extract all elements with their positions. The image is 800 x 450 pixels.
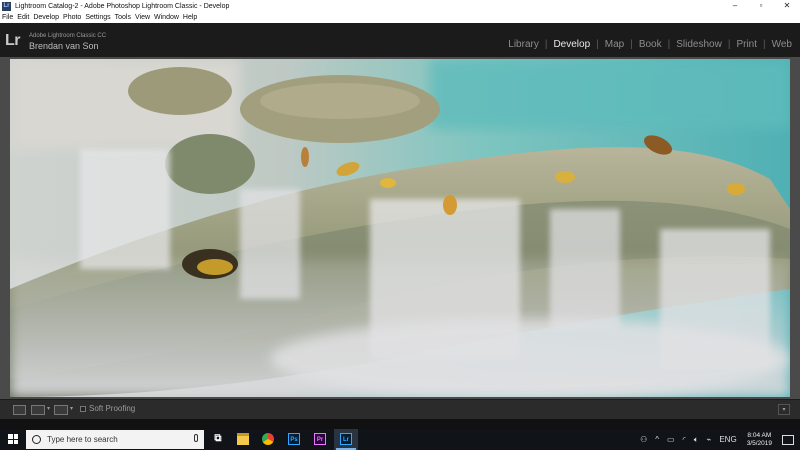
filmstrip-collapsed <box>0 419 800 429</box>
taskbar-chrome[interactable] <box>256 429 280 450</box>
module-map[interactable]: Map <box>605 39 624 50</box>
clock[interactable]: 8:04 AM 3/5/2019 <box>747 432 772 448</box>
windows-taskbar: Type here to search ⧉ Ps Pr Lr ⚇ ^ ▭ ◜ 🔈… <box>0 429 800 450</box>
module-library[interactable]: Library <box>508 39 539 50</box>
search-placeholder: Type here to search <box>47 435 118 444</box>
module-separator: | <box>544 39 548 50</box>
loupe-view-button[interactable] <box>13 405 26 415</box>
task-view-icon: ⧉ <box>214 433 222 444</box>
window-title: Lightroom Catalog-2 - Adobe Photoshop Li… <box>15 2 230 10</box>
taskbar-search[interactable]: Type here to search <box>26 430 204 449</box>
module-web[interactable]: Web <box>772 39 792 50</box>
menu-edit[interactable]: Edit <box>17 14 29 21</box>
menu-help[interactable]: Help <box>183 14 197 21</box>
module-print[interactable]: Print <box>736 39 757 50</box>
cortana-icon <box>32 435 41 444</box>
develop-canvas <box>0 57 800 399</box>
photoshop-icon: Ps <box>288 433 300 445</box>
soft-proofing-toggle[interactable]: Soft Proofing <box>80 404 135 413</box>
module-separator: | <box>727 39 731 50</box>
chevron-up-icon[interactable]: ^ <box>655 435 659 444</box>
chevron-down-icon[interactable]: ▾ <box>70 405 73 412</box>
premiere-icon: Pr <box>314 433 326 445</box>
photo-preview[interactable] <box>10 59 790 397</box>
product-name: Adobe Lightroom Classic CC <box>29 33 107 39</box>
battery-icon[interactable]: ▭ <box>667 435 675 444</box>
module-picker: Library | Develop | Map | Book | Slidesh… <box>508 39 792 50</box>
close-button[interactable]: ✕ <box>774 0 800 12</box>
module-book[interactable]: Book <box>639 39 662 50</box>
menu-tools[interactable]: Tools <box>115 14 131 21</box>
soft-proofing-checkbox[interactable] <box>80 405 86 412</box>
lightroom-app-icon: Lr <box>2 1 11 11</box>
user-name: Brendan van Son <box>29 41 99 51</box>
clock-date: 3/5/2019 <box>746 439 772 447</box>
develop-toolbar: ▾ ▾ Soft Proofing ▾ <box>0 399 800 419</box>
wifi-icon[interactable]: ◜ <box>683 435 686 444</box>
system-tray: ⚇ ^ ▭ ◜ 🔈︎ ⌁ ENG 8:04 AM 3/5/2019 <box>636 429 800 450</box>
menu-bar: File Edit Develop Photo Settings Tools V… <box>0 12 800 23</box>
menu-photo[interactable]: Photo <box>63 14 81 21</box>
notification-icon[interactable] <box>782 434 794 445</box>
before-after-button[interactable] <box>31 405 45 415</box>
people-icon[interactable]: ⚇ <box>640 435 647 444</box>
module-develop[interactable]: Develop <box>553 39 590 50</box>
volume-icon[interactable]: 🔈︎ <box>694 435 699 445</box>
input-language[interactable]: ENG <box>719 435 736 444</box>
menu-settings[interactable]: Settings <box>85 14 110 21</box>
taskbar-premiere[interactable]: Pr <box>308 429 332 450</box>
module-separator: | <box>667 39 671 50</box>
taskbar-task-view[interactable]: ⧉ <box>206 429 230 450</box>
taskbar-photoshop[interactable]: Ps <box>282 429 306 450</box>
start-button[interactable] <box>0 429 26 450</box>
clock-time: 8:04 AM <box>747 431 772 439</box>
taskbar-file-explorer[interactable] <box>231 429 255 450</box>
waterfall-photo <box>10 59 790 397</box>
menu-window[interactable]: Window <box>154 14 179 21</box>
lightroom-icon: Lr <box>340 433 352 445</box>
taskbar-lightroom[interactable]: Lr <box>334 429 358 450</box>
maximize-button[interactable]: ▫ <box>748 0 774 12</box>
module-separator: | <box>630 39 633 50</box>
chrome-icon <box>262 433 274 445</box>
compare-view-button[interactable] <box>54 405 68 415</box>
lightroom-logo: Lr <box>5 32 21 49</box>
identity-plate-bar: Lr Adobe Lightroom Classic CC Brendan va… <box>0 23 800 57</box>
chevron-down-icon[interactable]: ▾ <box>47 405 50 412</box>
menu-file[interactable]: File <box>2 14 13 21</box>
soft-proofing-label: Soft Proofing <box>89 404 136 413</box>
folder-icon <box>237 433 249 445</box>
network-icon[interactable]: ⌁ <box>707 435 712 444</box>
menu-develop[interactable]: Develop <box>33 14 59 21</box>
minimize-button[interactable]: – <box>722 0 748 12</box>
module-separator: | <box>596 39 599 50</box>
module-slideshow[interactable]: Slideshow <box>676 39 722 50</box>
title-bar: Lr Lightroom Catalog-2 - Adobe Photoshop… <box>0 0 800 12</box>
toolbar-content-menu-button[interactable]: ▾ <box>778 404 790 415</box>
window-controls: – ▫ ✕ <box>722 0 800 12</box>
windows-logo-icon <box>8 434 18 444</box>
menu-view[interactable]: View <box>135 14 150 21</box>
microphone-icon[interactable] <box>194 434 198 442</box>
module-separator: | <box>763 39 766 50</box>
